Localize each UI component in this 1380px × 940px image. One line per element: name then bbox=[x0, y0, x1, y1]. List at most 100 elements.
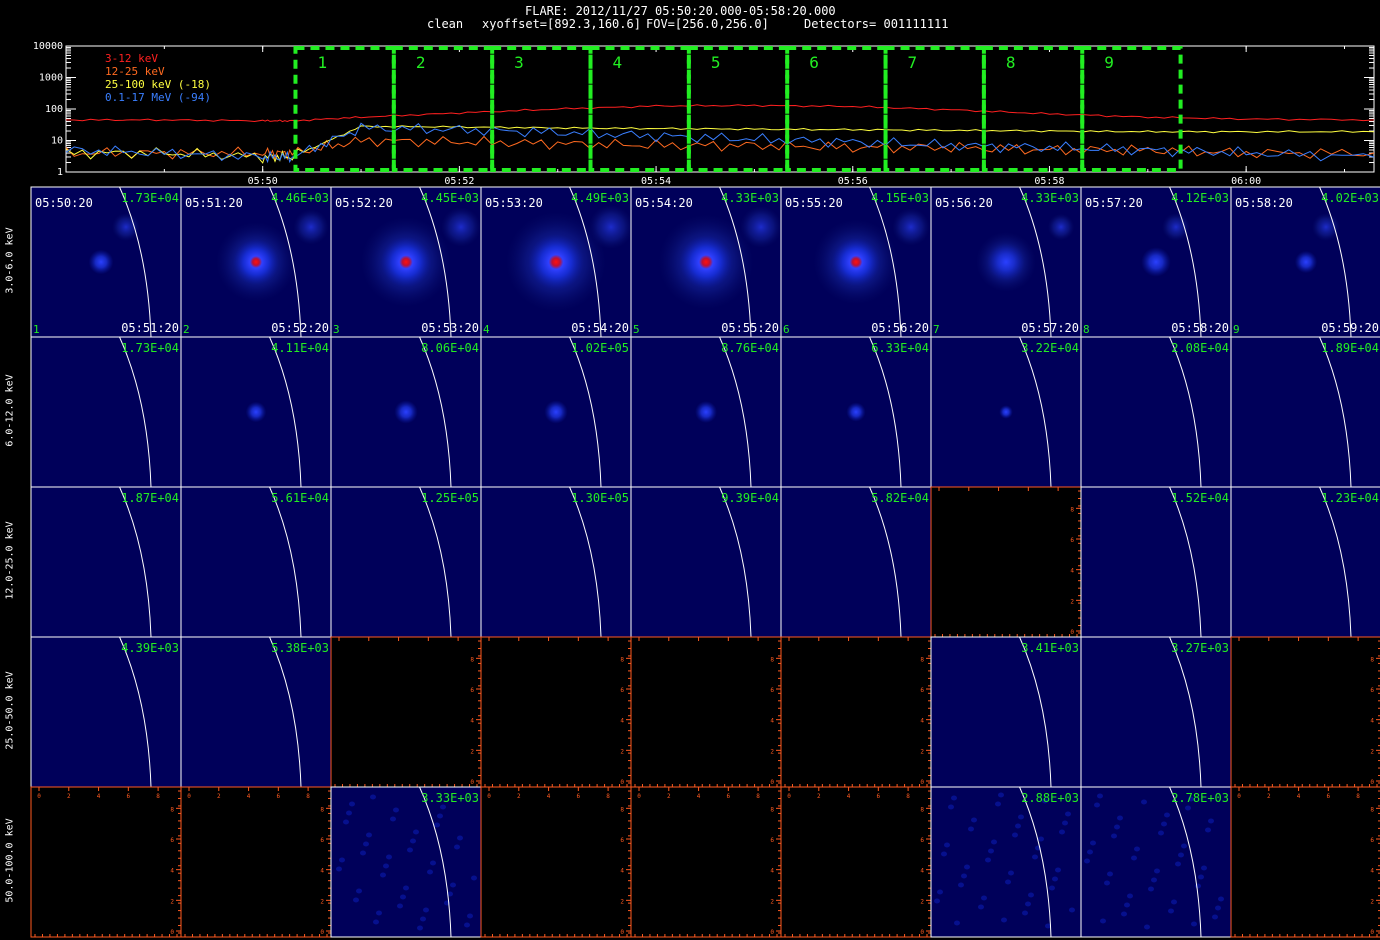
noise-blob bbox=[1038, 836, 1044, 842]
panel-background bbox=[781, 187, 931, 337]
noise-blob bbox=[400, 894, 406, 900]
axis-tick-label: 4 bbox=[547, 793, 551, 800]
max-value-label: 8.06E+04 bbox=[421, 341, 479, 355]
noise-blob bbox=[366, 832, 372, 838]
panel-background bbox=[331, 787, 481, 937]
start-time-label: 05:52:20 bbox=[335, 196, 393, 210]
noise-blob bbox=[1191, 921, 1197, 927]
empty-panel-frame bbox=[180, 786, 332, 938]
end-time-label: 05:55:20 bbox=[721, 321, 779, 335]
end-time-label: 05:59:20 bbox=[1321, 321, 1379, 335]
solar-limb-arc bbox=[1169, 186, 1202, 338]
noise-blob bbox=[376, 910, 382, 916]
axis-tick-label: 8 bbox=[906, 793, 910, 800]
noise-blob bbox=[1032, 854, 1038, 860]
max-value-label: 5.82E+04 bbox=[871, 491, 929, 505]
noise-blob bbox=[937, 889, 943, 895]
noise-blob bbox=[1084, 858, 1090, 864]
noise-blob bbox=[954, 920, 960, 926]
axis-tick-label: 4 bbox=[247, 793, 251, 800]
secondary-source bbox=[441, 207, 481, 247]
image-panel: 2.08E+04 bbox=[1080, 336, 1232, 488]
noise-blob bbox=[1104, 880, 1110, 886]
image-panel: 4.33E+03 05:56:20 05:57:20 7 bbox=[930, 186, 1082, 338]
panel-frame bbox=[330, 486, 482, 638]
noise-blob bbox=[457, 835, 463, 841]
noise-blob bbox=[1008, 870, 1014, 876]
axis-tick-label: 8 bbox=[620, 656, 624, 663]
source-blob bbox=[544, 400, 568, 424]
noise-blob bbox=[1117, 815, 1123, 821]
start-time-label: 05:57:20 bbox=[1085, 196, 1143, 210]
noise-blob bbox=[1107, 871, 1113, 877]
max-value-label: 6.33E+04 bbox=[871, 341, 929, 355]
noise-blob bbox=[968, 826, 974, 832]
solar-limb-arc bbox=[269, 186, 302, 338]
image-panel: 4.39E+03 bbox=[30, 636, 182, 788]
panel-background bbox=[931, 787, 1081, 937]
axis-tick-label: 6 bbox=[470, 687, 474, 694]
noise-blob bbox=[1097, 793, 1103, 799]
empty-panel-frame bbox=[480, 786, 632, 938]
panel-background bbox=[1081, 337, 1231, 487]
start-time-label: 05:56:20 bbox=[935, 196, 993, 210]
solar-limb-arc bbox=[419, 486, 452, 638]
axis-tick-label: 8 bbox=[756, 793, 760, 800]
panel-frame bbox=[930, 186, 1082, 338]
empty-panel-frame bbox=[30, 786, 182, 938]
max-value-label: 3.27E+03 bbox=[1171, 641, 1229, 655]
panel-frame bbox=[30, 336, 182, 488]
panel-background bbox=[1081, 637, 1231, 787]
axis-tick-label: 4 bbox=[770, 718, 774, 725]
image-panel: 5.61E+04 bbox=[180, 486, 332, 638]
noise-blob bbox=[1124, 902, 1130, 908]
axis-tick-label: 0 bbox=[170, 929, 174, 936]
source-blob bbox=[380, 236, 432, 288]
panel-frame bbox=[180, 636, 332, 788]
axis-tick-label: 0 bbox=[637, 793, 641, 800]
noise-blob bbox=[1052, 876, 1058, 882]
noise-blob bbox=[1148, 886, 1154, 892]
end-time-label: 05:52:20 bbox=[271, 321, 329, 335]
axis-tick-label: 4 bbox=[697, 793, 701, 800]
interval-box-2 bbox=[391, 46, 495, 172]
interval-label-8: 8 bbox=[1006, 53, 1016, 72]
panel-background bbox=[331, 187, 481, 337]
interval-label-3: 3 bbox=[514, 53, 524, 72]
axis-tick-label: 6 bbox=[1327, 793, 1331, 800]
source-blob bbox=[1141, 247, 1171, 277]
axis-tick-label: 4 bbox=[97, 793, 101, 800]
noise-blob bbox=[370, 794, 376, 800]
noise-blob bbox=[1181, 843, 1187, 849]
panel-index-label: 8 bbox=[1083, 323, 1090, 336]
noise-blob bbox=[407, 847, 413, 853]
panel-frame bbox=[180, 486, 332, 638]
noise-blob bbox=[363, 841, 369, 847]
noise-blob bbox=[1065, 811, 1071, 817]
noise-blob bbox=[1178, 852, 1184, 858]
axis-tick-label: 6 bbox=[770, 687, 774, 694]
solar-limb-arc bbox=[569, 336, 602, 488]
max-value-label: 4.11E+04 bbox=[271, 341, 329, 355]
noise-blob bbox=[1141, 799, 1147, 805]
panel-background bbox=[1081, 187, 1231, 337]
noise-blob bbox=[944, 842, 950, 848]
noise-blob bbox=[464, 922, 470, 928]
axis-tick-label: 8 bbox=[1070, 506, 1074, 513]
image-panel: 1.73E+04 05:50:20 05:51:20 1 bbox=[30, 186, 182, 338]
noise-blob bbox=[1062, 820, 1068, 826]
panel-background bbox=[931, 187, 1081, 337]
noise-blob bbox=[1198, 874, 1204, 880]
axis-tick-label: 0 bbox=[620, 779, 624, 786]
legend-entry-12-25kev: 12-25 keV bbox=[105, 65, 165, 78]
noise-blob bbox=[430, 860, 436, 866]
image-panel: 0 2 4 6 8 bbox=[930, 486, 1082, 638]
panel-frame bbox=[780, 486, 932, 638]
secondary-source bbox=[112, 213, 140, 241]
panel-background bbox=[331, 337, 481, 487]
max-value-label: 4.12E+03 bbox=[1171, 191, 1229, 205]
end-time-label: 05:54:20 bbox=[571, 321, 629, 335]
max-value-label: 4.45E+03 bbox=[421, 191, 479, 205]
noise-blob bbox=[380, 872, 386, 878]
ytick-label: 100 bbox=[45, 104, 63, 115]
